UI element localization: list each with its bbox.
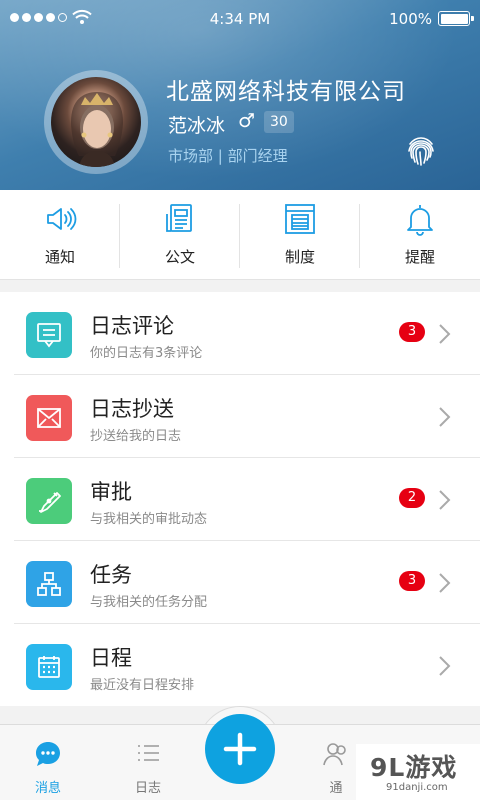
tab-label: 消息 [34,781,61,796]
quick-reminder[interactable]: 提醒 [360,190,480,279]
list-item-title: 日程 [90,646,132,670]
chevron-right-icon [439,407,451,427]
list-item-title: 日志抄送 [90,397,174,421]
list-item-log-comments[interactable]: 日志评论 你的日志有3条评论 3 [14,292,480,375]
quick-document-label: 公文 [164,248,195,266]
pen-icon [26,478,72,524]
department-label: 市场部 | 部门经理 [168,147,288,165]
tab-log[interactable]: 日志 [108,725,188,800]
quick-notice[interactable]: 通知 [0,190,120,279]
quick-actions-bar: 通知 公文 制度 提醒 [0,190,480,280]
unread-badge: 3 [399,571,425,591]
chevron-right-icon [439,490,451,510]
battery-icon [438,11,474,26]
org-chart-icon [26,561,72,607]
contacts-icon [323,743,346,766]
list-item-approval[interactable]: 审批 与我相关的审批动态 2 [14,458,480,541]
list-item-subtitle: 你的日志有3条评论 [90,346,203,361]
unread-badge: 2 [399,488,425,508]
profile-header: 4:34 PM 100% 北盛网络科技有限公司 范冰冰 ♂ 30 市场部 | 部… [0,0,480,190]
list-item-subtitle: 与我相关的审批动态 [90,512,208,527]
company-name: 北盛网络科技有限公司 [166,79,406,105]
watermark-brand: 9L游戏 [370,753,458,782]
gender-male-icon: ♂ [238,110,256,132]
chat-icon [36,742,60,766]
list-item-subtitle: 最近没有日程安排 [90,678,195,693]
calendar-icon [26,644,72,690]
tab-label: 日志 [134,781,161,796]
chevron-right-icon [439,573,451,593]
rules-icon [285,204,315,234]
tab-messages[interactable]: 消息 [8,725,88,800]
quick-rules-label: 制度 [284,248,315,266]
user-avatar-photo [51,77,141,167]
fingerprint-icon[interactable] [404,134,438,168]
document-icon [166,204,192,232]
mail-icon [26,395,72,441]
battery-percent: 100% [389,10,432,28]
avatar[interactable] [44,70,148,174]
list-item-task[interactable]: 任务 与我相关的任务分配 3 [14,541,480,624]
status-time: 4:34 PM [209,10,271,28]
feature-list: 日志评论 你的日志有3条评论 3 日志抄送 抄送给我的日志 审批 与我相关的审批… [0,292,480,706]
watermark-url: 91danji.com [386,782,448,793]
list-item-subtitle: 抄送给我的日志 [90,429,182,444]
list-item-log-cc[interactable]: 日志抄送 抄送给我的日志 [14,375,480,458]
signal-icon [10,13,67,22]
unread-badge: 3 [399,322,425,342]
list-item-subtitle: 与我相关的任务分配 [90,595,208,610]
quick-document[interactable]: 公文 [120,190,240,279]
quick-reminder-label: 提醒 [404,248,435,266]
bell-icon [407,205,433,236]
quick-rules[interactable]: 制度 [240,190,360,279]
list-item-title: 审批 [90,480,132,504]
status-bar: 4:34 PM 100% [0,0,480,36]
comment-icon [26,312,72,358]
list-item-schedule[interactable]: 日程 最近没有日程安排 [14,624,480,707]
plus-icon [223,732,257,766]
wifi-icon [72,9,92,24]
chevron-right-icon [439,324,451,344]
list-item-title: 日志评论 [90,314,174,338]
chevron-right-icon [439,656,451,676]
speaker-icon [47,208,77,230]
quick-notice-label: 通知 [44,248,75,266]
list-icon [138,745,159,761]
age-badge: 30 [264,111,294,133]
list-item-title: 任务 [90,563,132,587]
add-button[interactable] [205,714,275,784]
user-name: 范冰冰 [168,115,226,137]
